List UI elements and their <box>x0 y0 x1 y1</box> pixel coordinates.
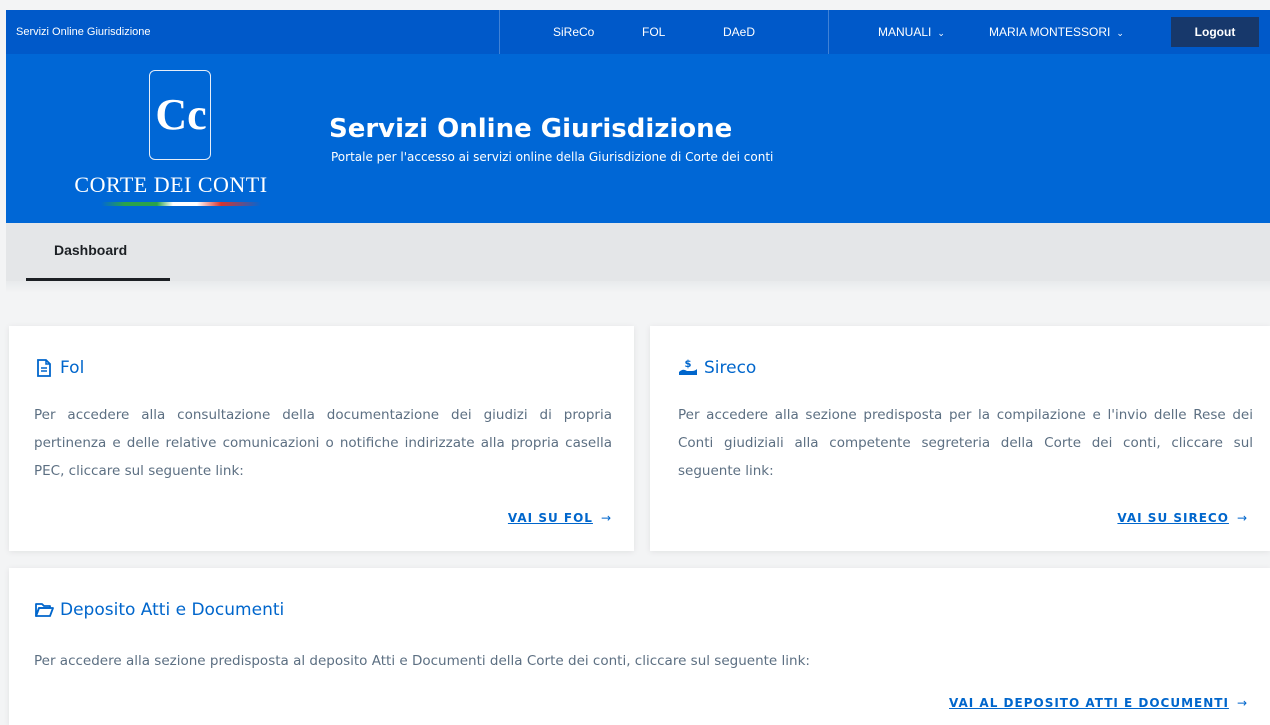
deposito-card: Deposito Atti e Documenti Per accedere a… <box>9 568 1270 725</box>
logo-monogram-icon: Cc <box>155 90 206 139</box>
tab-dashboard-label: Dashboard <box>54 242 128 258</box>
vai-su-fol-link[interactable]: VAI SU FOL → <box>508 511 612 525</box>
document-icon <box>37 359 51 377</box>
vai-al-deposito-link[interactable]: VAI AL DEPOSITO ATTI E DOCUMENTI → <box>949 696 1248 710</box>
arrow-right-icon: → <box>1236 696 1248 710</box>
brand-link[interactable]: Servizi Online Giurisdizione <box>16 10 151 54</box>
sireco-card-title: $ Sireco <box>678 358 756 378</box>
logout-button[interactable]: Logout <box>1171 17 1259 47</box>
tab-bar: Dashboard <box>6 223 1270 281</box>
hand-money-icon: $ <box>679 359 697 375</box>
folder-open-icon <box>35 603 54 617</box>
nav-fol-link[interactable]: FOL <box>642 10 665 54</box>
vai-al-deposito-label: VAI AL DEPOSITO ATTI E DOCUMENTI <box>949 696 1229 710</box>
deposito-card-title: Deposito Atti e Documenti <box>34 600 284 620</box>
fol-card: Fol Per accedere alla consultazione dell… <box>9 326 634 551</box>
manuali-dropdown[interactable]: MANUALI ⌄ <box>878 10 945 54</box>
logo-emblem[interactable]: Cc <box>149 70 211 160</box>
top-navbar: Servizi Online Giurisdizione SiReCo FOL … <box>6 10 1270 54</box>
user-menu-dropdown[interactable]: MARIA MONTESSORI ⌄ <box>989 10 1124 54</box>
sireco-title: Sireco <box>704 358 757 378</box>
nav-sireco-link[interactable]: SiReCo <box>553 10 594 54</box>
tab-shadow <box>6 281 1270 293</box>
nav-daed-link[interactable]: DAeD <box>723 10 755 54</box>
divider <box>499 10 500 54</box>
page-title: Servizi Online Giurisdizione <box>329 114 733 144</box>
divider <box>828 10 829 54</box>
user-name: MARIA MONTESSORI <box>989 25 1111 39</box>
manuali-label: MANUALI <box>878 25 932 39</box>
arrow-right-icon: → <box>1236 511 1248 525</box>
vai-su-sireco-label: VAI SU SIRECO <box>1117 511 1229 525</box>
sireco-card: $ Sireco Per accedere alla sezione predi… <box>650 326 1270 551</box>
vai-su-fol-label: VAI SU FOL <box>507 511 593 525</box>
svg-text:$: $ <box>685 359 692 370</box>
fol-card-title: Fol <box>34 358 84 378</box>
site-header: Cc CORTE DEI CONTI Servizi Online Giuris… <box>6 54 1270 223</box>
logo-text: CORTE DEI CONTI <box>74 172 268 197</box>
fol-description: Per accedere alla consultazione della do… <box>34 407 612 479</box>
deposito-description: Per accedere alla sezione predisposta al… <box>34 653 810 669</box>
chevron-down-icon: ⌄ <box>937 28 945 38</box>
sireco-description: Per accedere alla sezione predisposta pe… <box>678 407 1253 479</box>
flag-stripe <box>101 202 261 206</box>
svg-text:Cc: Cc <box>155 90 206 139</box>
chevron-down-icon: ⌄ <box>1116 28 1124 38</box>
fol-title: Fol <box>60 358 85 378</box>
arrow-right-icon: → <box>600 511 612 525</box>
tab-dashboard[interactable]: Dashboard <box>26 223 170 281</box>
page-subtitle: Portale per l'accesso ai servizi online … <box>331 150 774 164</box>
vai-su-sireco-link[interactable]: VAI SU SIRECO → <box>1117 511 1248 525</box>
deposito-title: Deposito Atti e Documenti <box>60 600 285 620</box>
